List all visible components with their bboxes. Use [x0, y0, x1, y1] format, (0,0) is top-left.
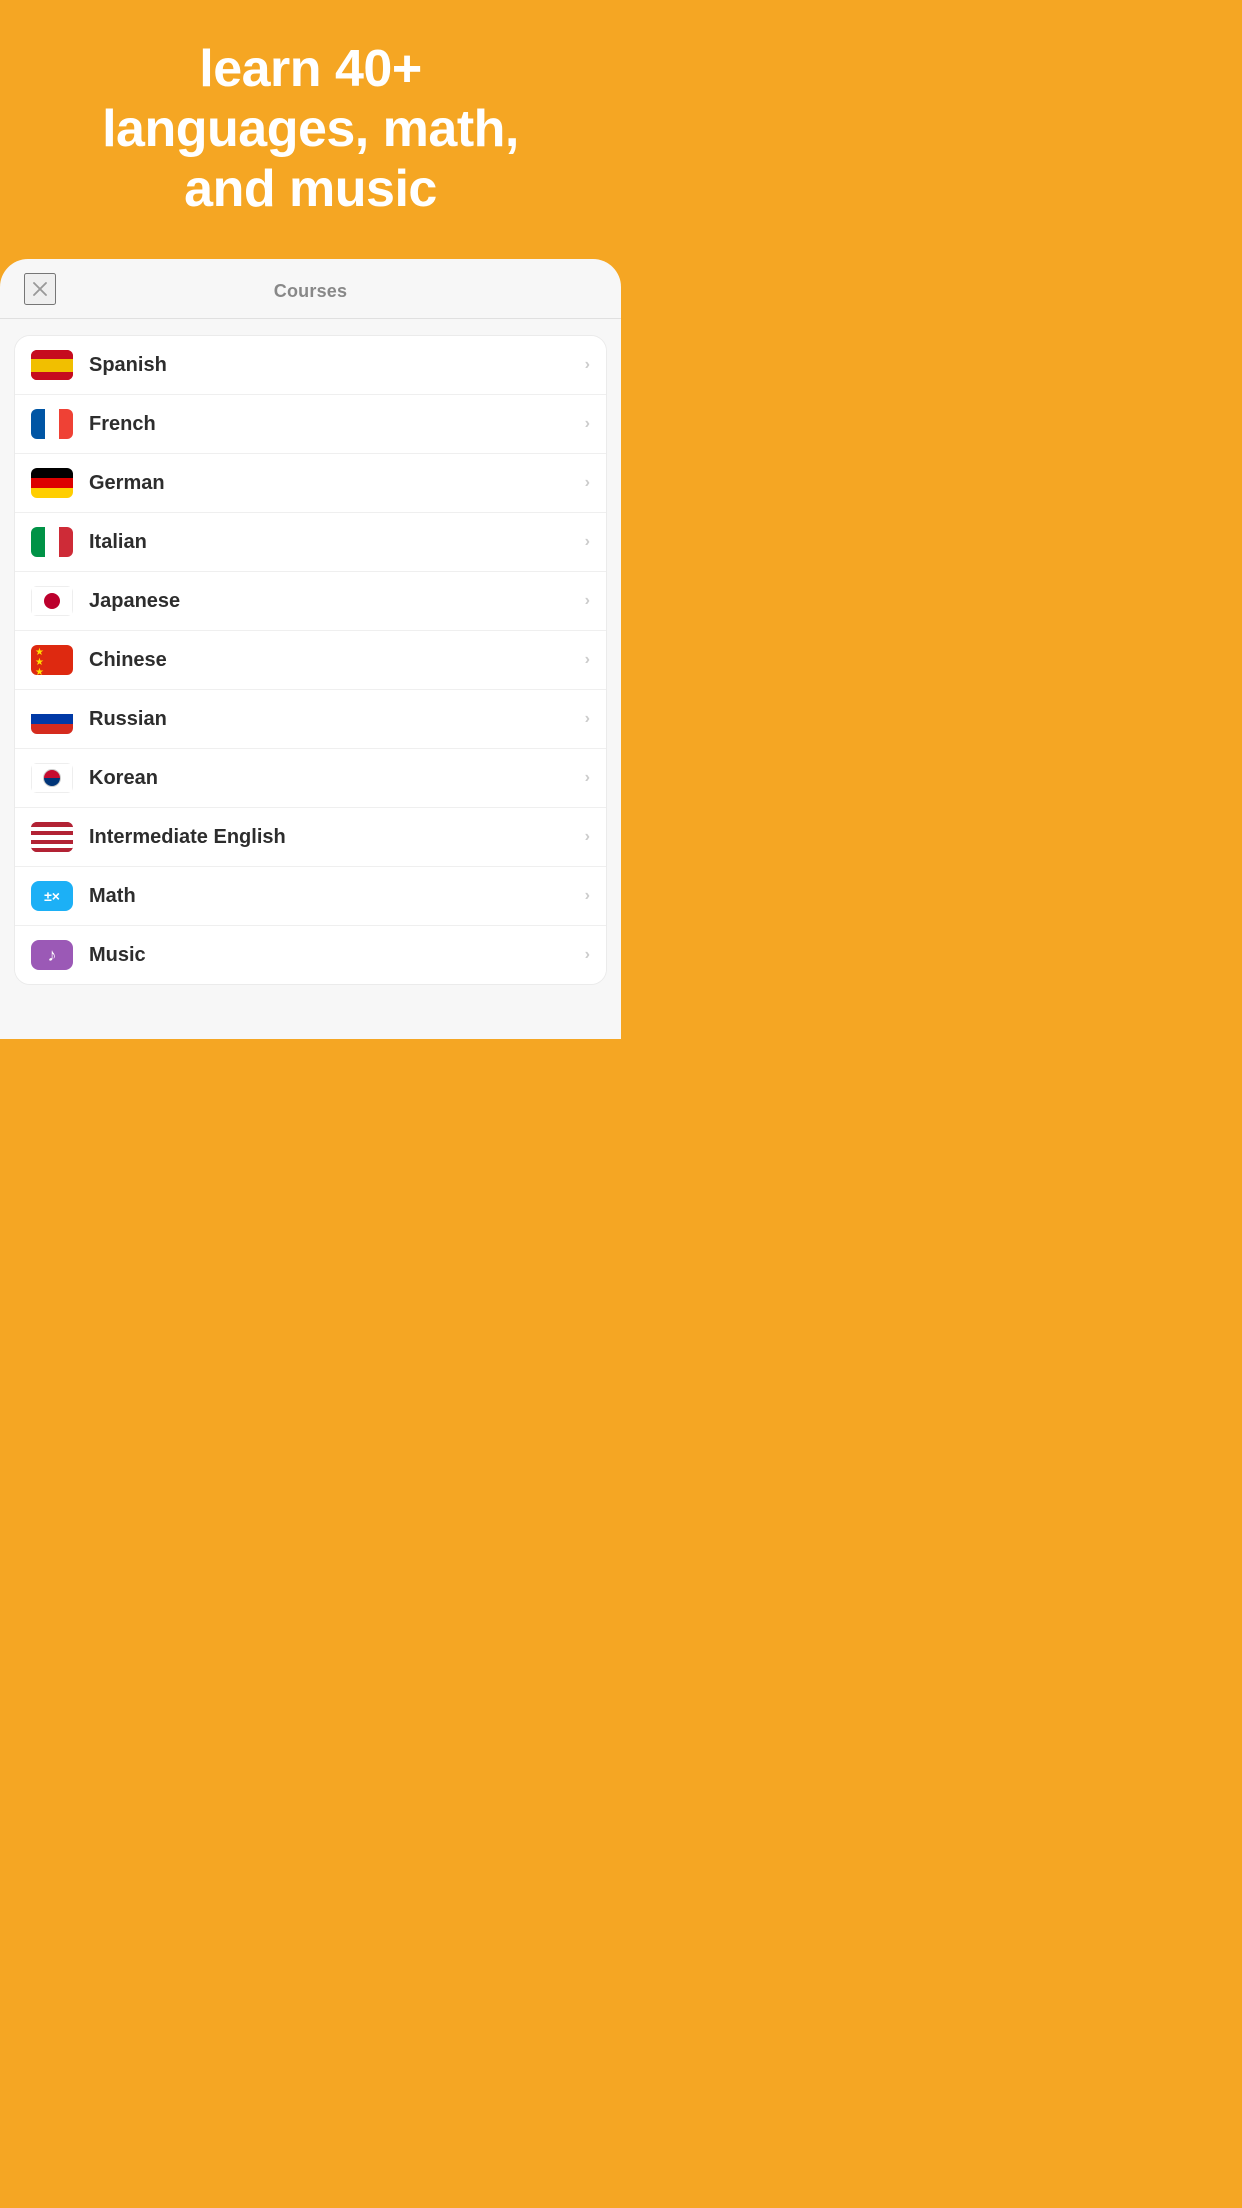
- chevron-russian: ›: [585, 710, 590, 728]
- course-name-math: Math: [89, 885, 585, 908]
- chevron-music: ›: [585, 946, 590, 964]
- chevron-french: ›: [585, 415, 590, 433]
- course-name-italian: Italian: [89, 531, 585, 554]
- courses-list: Spanish › French ›: [14, 335, 607, 985]
- course-name-spanish: Spanish: [89, 354, 585, 377]
- course-item-russian[interactable]: Russian ›: [15, 690, 606, 749]
- close-button[interactable]: [24, 273, 56, 305]
- hero-section: learn 40+languages, math,and music: [0, 0, 621, 249]
- flag-korean: [31, 763, 73, 793]
- course-item-chinese[interactable]: ★★★★ Chinese ›: [15, 631, 606, 690]
- flag-japanese: [31, 586, 73, 616]
- chevron-intermediate-english: ›: [585, 828, 590, 846]
- course-item-intermediate-english[interactable]: Intermediate English ›: [15, 808, 606, 867]
- flag-italian: [31, 527, 73, 557]
- chevron-math: ›: [585, 887, 590, 905]
- flag-chinese: ★★★★: [31, 645, 73, 675]
- chevron-german: ›: [585, 474, 590, 492]
- flag-german: [31, 468, 73, 498]
- course-item-math[interactable]: ±× Math ›: [15, 867, 606, 926]
- chevron-chinese: ›: [585, 651, 590, 669]
- flag-spanish: [31, 350, 73, 380]
- course-item-french[interactable]: French ›: [15, 395, 606, 454]
- course-name-music: Music: [89, 944, 585, 967]
- flag-math: ±×: [31, 881, 73, 911]
- card-container: Courses Spanish ›: [0, 259, 621, 1039]
- course-name-korean: Korean: [89, 767, 585, 790]
- close-icon: [31, 280, 49, 298]
- course-item-italian[interactable]: Italian ›: [15, 513, 606, 572]
- chevron-korean: ›: [585, 769, 590, 787]
- course-name-intermediate-english: Intermediate English: [89, 826, 585, 849]
- flag-music: ♪: [31, 940, 73, 970]
- course-name-chinese: Chinese: [89, 649, 585, 672]
- courses-header-title: Courses: [274, 281, 347, 302]
- course-name-french: French: [89, 413, 585, 436]
- course-name-russian: Russian: [89, 708, 585, 731]
- flag-intermediate-english: [31, 822, 73, 852]
- chevron-japanese: ›: [585, 592, 590, 610]
- course-item-german[interactable]: German ›: [15, 454, 606, 513]
- hero-title: learn 40+languages, math,and music: [30, 40, 591, 219]
- course-item-music[interactable]: ♪ Music ›: [15, 926, 606, 984]
- chevron-spanish: ›: [585, 356, 590, 374]
- course-name-japanese: Japanese: [89, 590, 585, 613]
- flag-russian: [31, 704, 73, 734]
- course-item-korean[interactable]: Korean ›: [15, 749, 606, 808]
- flag-french: [31, 409, 73, 439]
- card-header: Courses: [0, 259, 621, 319]
- course-item-spanish[interactable]: Spanish ›: [15, 336, 606, 395]
- chevron-italian: ›: [585, 533, 590, 551]
- course-item-japanese[interactable]: Japanese ›: [15, 572, 606, 631]
- course-name-german: German: [89, 472, 585, 495]
